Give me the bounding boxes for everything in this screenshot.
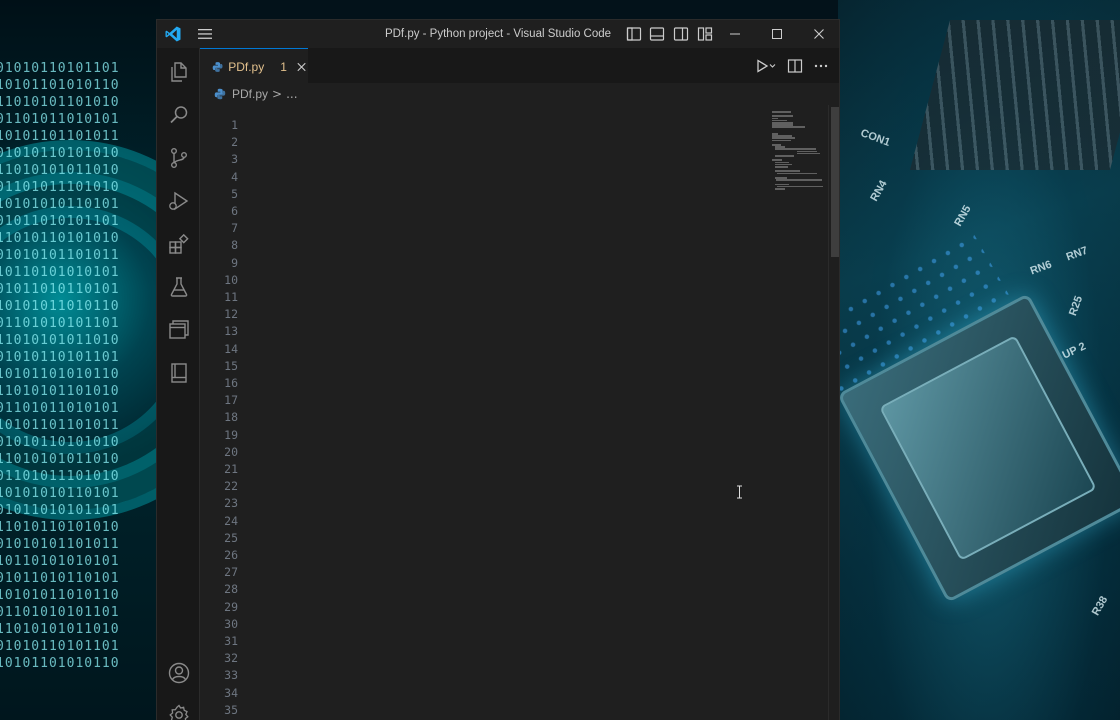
vertical-scrollbar[interactable] [828, 105, 839, 720]
settings-gear-icon[interactable] [167, 703, 191, 720]
line-number: 1 [231, 118, 238, 132]
minimap-line [774, 155, 795, 157]
search-icon[interactable] [167, 103, 191, 127]
title-bar: PDf.py - Python project - Visual Studio … [157, 20, 839, 48]
line-number: 30 [224, 616, 238, 631]
line-number: 34 [224, 685, 238, 700]
menu-hamburger-icon[interactable] [197, 27, 213, 41]
explorer-icon[interactable] [167, 60, 191, 84]
breadcrumb-separator: > [272, 87, 283, 101]
line-number: 2 [231, 135, 238, 150]
breadcrumb: PDf.py > ... [200, 83, 839, 105]
line-number: 29 [224, 599, 238, 614]
minimap-line [774, 188, 785, 190]
line-number: 26 [224, 548, 238, 562]
minimap-line [772, 126, 805, 128]
source-control-icon[interactable] [167, 146, 191, 170]
code-editor[interactable]: 1 2 3 4 5 6 7 8 9 10 11 12 13 14 15 16 17 18 19 20 21 22 23 24 2… [200, 105, 839, 720]
line-number: 31 [224, 634, 238, 648]
python-file-icon [214, 88, 226, 100]
editor-actions [755, 48, 829, 83]
toggle-secondary-sidebar-icon[interactable] [673, 26, 689, 42]
vscode-window: PDf.py - Python project - Visual Studio … [157, 20, 839, 720]
line-number: 13 [224, 324, 238, 339]
maximize-icon [772, 29, 782, 39]
mouse-cursor-icon [737, 485, 742, 499]
line-number: 24 [224, 513, 238, 528]
breadcrumb-symbols[interactable]: ... [286, 87, 297, 101]
minimap-line [772, 111, 791, 113]
minimize-button[interactable] [715, 20, 755, 48]
customize-layout-icon[interactable] [697, 26, 713, 42]
tab-label: PDf.py [228, 59, 265, 74]
line-number: 15 [224, 358, 238, 373]
wallpaper-binary-pattern: 01010110101101 10101101010110 1101010110… [0, 61, 120, 671]
editor-tab-bar: PDf.py 1 [200, 48, 839, 84]
line-number: 11 [224, 290, 238, 304]
split-editor-icon[interactable] [787, 58, 803, 74]
line-number: 21 [224, 462, 238, 476]
line-number: 8 [231, 238, 238, 253]
minimap-line [776, 172, 818, 175]
line-number: 7 [231, 221, 238, 236]
line-number: 32 [224, 651, 238, 666]
maximize-button[interactable] [757, 20, 797, 48]
python-file-icon [212, 61, 223, 72]
tab-pdf-py[interactable]: PDf.py 1 [200, 48, 308, 84]
line-number: 16 [224, 376, 238, 390]
scrollbar-thumb[interactable] [831, 107, 839, 257]
minimap-line [774, 166, 789, 168]
minimap-line [776, 179, 823, 181]
line-number: 19 [224, 427, 238, 442]
more-actions-icon[interactable] [813, 58, 829, 74]
breadcrumb-file[interactable]: PDf.py [232, 87, 268, 101]
line-number: 27 [224, 565, 238, 580]
toggle-panel-icon[interactable] [649, 26, 665, 42]
close-icon [814, 29, 824, 39]
line-number: 4 [231, 169, 238, 184]
minimize-icon [730, 33, 740, 35]
line-number: 20 [224, 444, 238, 459]
minimap-line [797, 152, 821, 155]
activity-bar [157, 48, 200, 720]
line-number: 22 [224, 479, 238, 494]
tab-problems-count: 1 [280, 59, 287, 74]
line-number: 12 [224, 307, 238, 322]
line-number: 35 [224, 702, 238, 717]
line-number: 10 [224, 272, 238, 287]
minimap[interactable] [768, 105, 828, 720]
run-debug-icon[interactable] [167, 189, 191, 213]
close-tab-icon[interactable] [295, 60, 308, 74]
close-window-button[interactable] [799, 20, 839, 48]
vscode-logo-icon[interactable] [164, 25, 182, 43]
testing-icon[interactable] [167, 275, 191, 299]
remote-explorer-icon[interactable] [167, 318, 191, 342]
toggle-primary-sidebar-icon[interactable] [626, 26, 642, 42]
line-number: 6 [231, 204, 238, 218]
minimap-line [772, 139, 791, 142]
extensions-icon[interactable] [167, 232, 191, 256]
line-number: 33 [224, 668, 238, 683]
run-python-file-icon[interactable] [755, 58, 777, 74]
line-number: 23 [224, 496, 238, 511]
account-icon[interactable] [167, 661, 191, 685]
line-number: 14 [224, 341, 238, 356]
line-number: 3 [231, 152, 238, 167]
line-number: 9 [231, 255, 238, 270]
line-number: 28 [224, 582, 238, 597]
line-number: 25 [224, 530, 238, 545]
line-number: 18 [224, 410, 238, 425]
line-number: 17 [224, 393, 238, 408]
notebook-icon[interactable] [167, 361, 191, 385]
line-number: 5 [231, 186, 238, 201]
